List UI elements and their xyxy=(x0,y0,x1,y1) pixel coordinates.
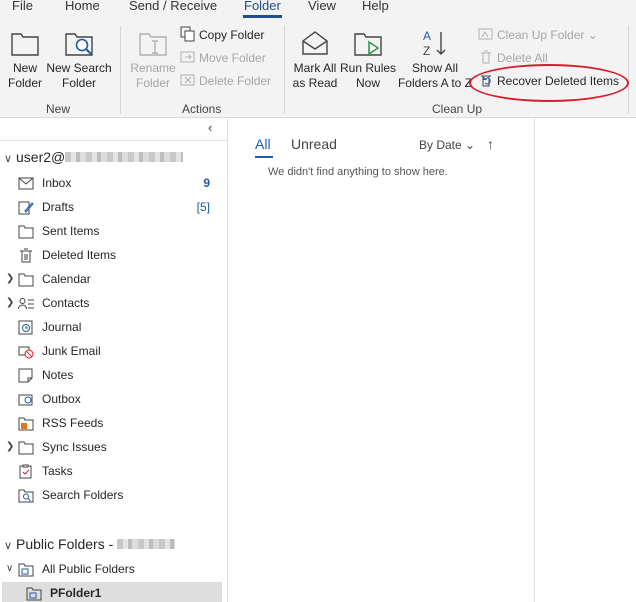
sort-direction-icon[interactable]: ↑ xyxy=(487,136,494,152)
menu-tabs: File Home Send / Receive Folder View Hel… xyxy=(0,0,636,18)
ribbon: New Folder New Search Folder New Rename … xyxy=(0,18,636,118)
public-folders-header[interactable]: ∨ Public Folders - xyxy=(0,536,176,556)
run-rules-icon xyxy=(354,33,382,56)
clean-up-folder-icon xyxy=(478,28,493,40)
redacted-text xyxy=(117,539,176,549)
folder-all-public-folders[interactable]: ∨ All Public Folders xyxy=(0,558,228,580)
folder-contacts[interactable]: ❯ Contacts xyxy=(0,292,228,314)
group-label-new: New xyxy=(46,102,71,116)
chevron-right-icon[interactable]: ❯ xyxy=(6,268,16,290)
folder-sent-items[interactable]: Sent Items xyxy=(0,220,228,242)
rss-icon xyxy=(18,417,34,431)
folder-rss-feeds[interactable]: RSS Feeds xyxy=(0,412,228,434)
collapse-pane-icon[interactable]: ‹ xyxy=(208,120,212,135)
folder-pfolder1[interactable]: PFolder1 xyxy=(2,582,222,602)
folder-notes[interactable]: Notes xyxy=(0,364,228,386)
account-header[interactable]: ∨ user2@ xyxy=(0,149,184,169)
delete-folder-icon xyxy=(180,74,195,86)
copy-folder-icon xyxy=(180,26,195,42)
tab-file[interactable]: File xyxy=(12,0,33,13)
copy-folder-button[interactable]: Copy Folder xyxy=(180,26,264,44)
folder-tasks[interactable]: Tasks xyxy=(0,460,228,482)
group-label-actions: Actions xyxy=(182,102,222,116)
folder-pane: ‹ ∨ user2@ Inbox 9 Drafts [5] Sent Items … xyxy=(0,118,228,602)
chevron-right-icon[interactable]: ❯ xyxy=(6,292,16,314)
group-separator xyxy=(284,26,285,114)
group-separator xyxy=(120,26,121,114)
chevron-down-icon: ∨ xyxy=(4,153,13,165)
tasks-icon xyxy=(19,464,32,479)
account-name: user2@ xyxy=(16,149,66,165)
new-folder-button[interactable]: New Folder xyxy=(4,28,46,94)
journal-icon xyxy=(18,320,33,335)
recover-deleted-items-button[interactable]: Recover Deleted Items xyxy=(478,72,619,90)
mark-all-as-read-button[interactable]: Mark All as Read xyxy=(290,28,340,94)
show-all-folders-a-to-z-button[interactable]: A Z Show All Folders A to Z xyxy=(397,28,473,94)
notes-icon xyxy=(18,368,33,383)
folder-search-folders[interactable]: Search Folders xyxy=(0,484,228,506)
junk-icon xyxy=(18,346,34,359)
drafts-icon xyxy=(18,201,34,215)
rename-folder-button[interactable]: Rename Folder xyxy=(128,28,178,94)
folder-icon xyxy=(11,33,39,56)
contacts-icon xyxy=(18,298,34,310)
chevron-down-icon: ∨ xyxy=(4,540,13,552)
folder-icon xyxy=(18,273,34,287)
folder-deleted-items[interactable]: Deleted Items xyxy=(0,244,228,266)
folder-outbox[interactable]: Outbox xyxy=(0,388,228,410)
sort-by-dropdown[interactable]: By Date ⌄ xyxy=(419,138,475,152)
inbox-icon xyxy=(18,177,34,190)
tab-folder[interactable]: Folder xyxy=(244,0,281,13)
sort-a-to-z-icon: A Z xyxy=(423,29,446,58)
chevron-right-icon[interactable]: ❯ xyxy=(6,436,16,458)
empty-list-message: We didn't find anything to show here. xyxy=(268,166,448,178)
chevron-down-icon[interactable]: ∨ xyxy=(6,558,16,580)
tab-send-receive[interactable]: Send / Receive xyxy=(129,0,217,13)
public-folder-icon xyxy=(18,563,34,577)
tab-view[interactable]: View xyxy=(308,0,336,13)
public-folder-icon xyxy=(26,587,42,601)
reading-pane xyxy=(536,118,636,602)
search-folder-icon xyxy=(65,33,93,56)
folder-journal[interactable]: Journal xyxy=(0,316,228,338)
delete-folder-button[interactable]: Delete Folder xyxy=(180,72,271,90)
filter-all-tab[interactable]: All xyxy=(255,136,271,152)
open-envelope-icon xyxy=(302,31,328,55)
active-filter-indicator xyxy=(255,156,273,158)
folder-icon xyxy=(18,225,34,239)
svg-text:A: A xyxy=(423,29,431,43)
folder-drafts[interactable]: Drafts [5] xyxy=(0,196,228,218)
chevron-down-icon: ⌄ xyxy=(584,28,598,42)
delete-all-button[interactable]: Delete All xyxy=(478,49,548,67)
search-folder-icon xyxy=(18,489,34,503)
group-label-clean-up: Clean Up xyxy=(432,102,483,116)
divider xyxy=(0,140,228,141)
recover-deleted-items-icon xyxy=(481,75,491,87)
new-search-folder-button[interactable]: New Search Folder xyxy=(46,28,112,94)
folder-inbox[interactable]: Inbox 9 xyxy=(0,172,228,194)
run-rules-now-button[interactable]: Run Rules Now xyxy=(340,28,396,94)
redacted-text xyxy=(65,152,184,162)
filter-unread-tab[interactable]: Unread xyxy=(291,136,337,152)
outbox-icon xyxy=(18,394,33,406)
message-list: All Unread By Date ⌄ ↑ We didn't find an… xyxy=(229,118,535,602)
rename-folder-icon xyxy=(139,33,167,56)
move-folder-icon xyxy=(180,51,195,63)
folder-calendar[interactable]: ❯ Calendar xyxy=(0,268,228,290)
draft-count: [5] xyxy=(196,200,210,214)
delete-all-icon xyxy=(481,50,491,64)
folder-junk-email[interactable]: Junk Email xyxy=(0,340,228,362)
folder-sync-issues[interactable]: ❯ Sync Issues xyxy=(0,436,228,458)
tab-help[interactable]: Help xyxy=(362,0,389,13)
chevron-down-icon: ⌄ xyxy=(465,138,476,152)
clean-up-folder-button[interactable]: Clean Up Folder ⌄ xyxy=(478,26,598,44)
folder-icon xyxy=(18,441,34,455)
group-separator xyxy=(628,26,629,114)
svg-text:Z: Z xyxy=(423,44,430,58)
move-folder-button[interactable]: Move Folder xyxy=(180,49,266,67)
unread-count: 9 xyxy=(203,176,210,190)
trash-icon xyxy=(20,248,32,263)
tab-home[interactable]: Home xyxy=(65,0,100,13)
